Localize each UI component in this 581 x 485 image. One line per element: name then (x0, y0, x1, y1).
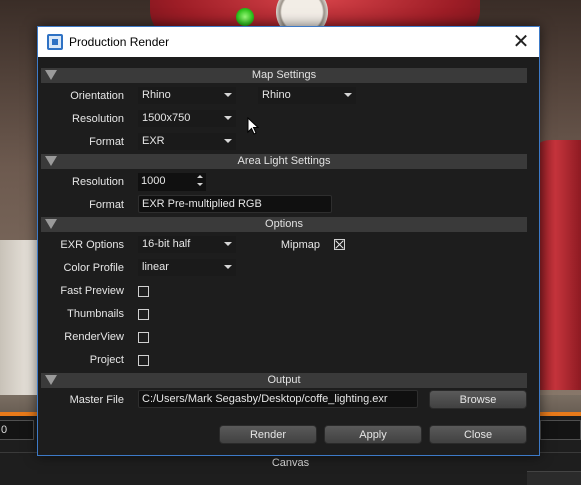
chevron-down-icon (224, 116, 232, 120)
chevron-down-icon (224, 242, 232, 246)
color-profile-dropdown[interactable]: linear (138, 259, 236, 276)
area-resolution-spinner[interactable]: 1000 (138, 173, 206, 191)
fast-preview-checkbox[interactable] (138, 286, 149, 297)
orientation-label: Orientation (70, 90, 124, 102)
thumbnails-label: Thumbnails (67, 308, 124, 320)
color-profile-label: Color Profile (63, 262, 124, 274)
close-icon[interactable]: ✕ (504, 29, 538, 55)
section-title: Map Settings (251, 69, 317, 81)
chevron-down-icon (344, 93, 352, 97)
options-header[interactable]: Options (41, 217, 527, 232)
resolution-label: Resolution (72, 113, 124, 125)
title-bar: Production Render ✕ (38, 27, 539, 57)
orientation-dropdown[interactable]: Rhino (138, 87, 236, 104)
browse-button[interactable]: Browse (429, 390, 527, 409)
area-format-label: Format (89, 199, 124, 211)
chevron-down-icon (224, 93, 232, 97)
master-file-field[interactable]: C:/Users/Mark Segasby/Desktop/coffe_ligh… (138, 390, 418, 408)
side-button[interactable] (527, 471, 581, 485)
mipmap-checkbox[interactable] (334, 239, 345, 250)
section-title: Options (265, 218, 303, 230)
thumbnails-checkbox[interactable] (138, 309, 149, 320)
area-light-settings-header[interactable]: Area Light Settings (41, 154, 527, 169)
section-title: Output (267, 374, 301, 386)
mipmap-label: Mipmap (280, 239, 320, 251)
exr-options-label: EXR Options (60, 239, 124, 251)
scene-cup (0, 240, 40, 400)
project-checkbox[interactable] (138, 355, 149, 366)
render-button[interactable]: Render (219, 425, 317, 444)
output-header[interactable]: Output (41, 373, 527, 388)
orientation-value: Rhino (142, 89, 171, 101)
chevron-down-icon (224, 265, 232, 269)
value-field[interactable]: 0 (0, 420, 34, 440)
resolution-dropdown[interactable]: 1500x750 (138, 110, 236, 127)
master-file-label: Master File (69, 394, 124, 406)
format-value: EXR (142, 135, 165, 147)
close-button[interactable]: Close (429, 425, 527, 444)
format-dropdown[interactable]: EXR (138, 133, 236, 150)
orientation-dropdown-secondary[interactable]: Rhino (258, 87, 356, 104)
area-format-field[interactable]: EXR Pre-multiplied RGB (138, 195, 332, 213)
section-title: Area Light Settings (237, 155, 331, 167)
renderview-checkbox[interactable] (138, 332, 149, 343)
canvas-label: Canvas (271, 457, 310, 469)
resolution-value: 1500x750 (142, 112, 191, 124)
color-profile-value: linear (142, 261, 169, 273)
fast-preview-label: Fast Preview (60, 285, 124, 297)
exr-options-value: 16-bit half (142, 238, 191, 250)
map-settings-header[interactable]: Map Settings (41, 68, 527, 83)
renderview-label: RenderView (64, 331, 124, 343)
exr-options-dropdown[interactable]: 16-bit half (138, 236, 236, 253)
area-resolution-value: 1000 (141, 175, 166, 187)
area-resolution-label: Resolution (72, 176, 124, 188)
production-render-dialog: Production Render ✕ Map Settings Orienta… (37, 26, 540, 456)
dialog-title: Production Render (69, 35, 170, 49)
spinner-arrows-icon[interactable] (197, 174, 203, 188)
orientation-value-secondary: Rhino (262, 89, 291, 101)
green-indicator-light (236, 8, 254, 26)
render-app-icon (47, 34, 63, 50)
project-label: Project (89, 354, 124, 366)
apply-button[interactable]: Apply (324, 425, 422, 444)
chevron-down-icon (224, 139, 232, 143)
side-field[interactable] (540, 420, 581, 440)
format-label: Format (89, 136, 124, 148)
